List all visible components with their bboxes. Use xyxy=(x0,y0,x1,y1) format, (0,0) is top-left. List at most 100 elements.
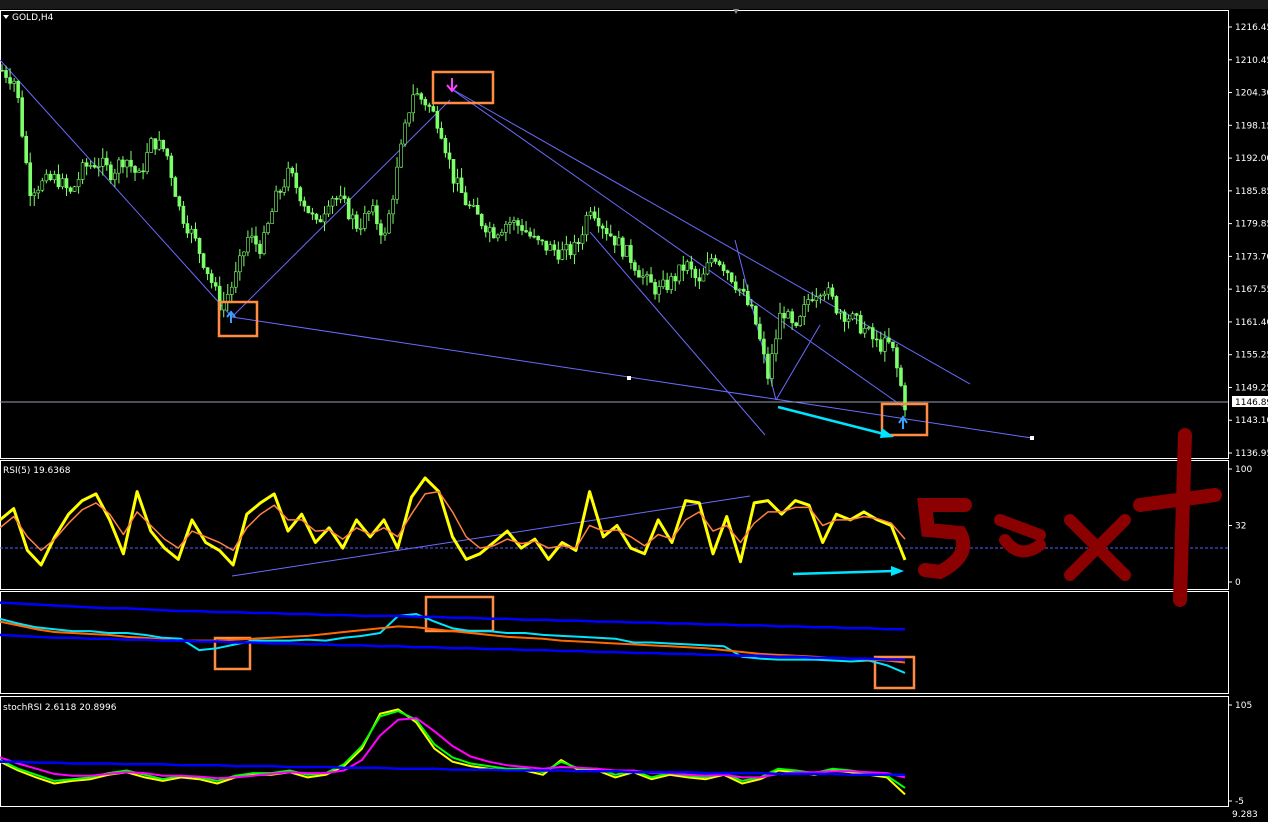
candle-body xyxy=(621,237,625,257)
candle-body xyxy=(133,166,137,173)
candle-body xyxy=(8,77,12,84)
arrowhead-icon xyxy=(880,428,894,438)
candle-body xyxy=(899,367,903,386)
annotation-handwriting: 5ext xyxy=(917,428,1222,607)
candle-body xyxy=(685,261,690,271)
support-line[interactable] xyxy=(231,316,1033,439)
candle-body xyxy=(508,222,512,225)
candle-body xyxy=(20,97,24,137)
candle-body xyxy=(56,174,61,188)
bottom-axis-label: 9.283 xyxy=(1232,810,1258,818)
tick-label: 1204.30 xyxy=(1235,89,1268,99)
candle-body xyxy=(350,214,355,220)
signal-arrows xyxy=(226,78,908,429)
candle-body xyxy=(346,198,351,220)
candle-body xyxy=(649,274,653,283)
resistance-line[interactable] xyxy=(449,87,971,385)
candle-body xyxy=(536,236,540,241)
candle-body xyxy=(516,220,520,226)
candle-body xyxy=(88,165,93,167)
highlight-boxes xyxy=(213,70,929,690)
tick-label: 1179.85 xyxy=(1235,220,1268,230)
candle-body xyxy=(262,232,266,254)
candle-body xyxy=(745,291,750,306)
trendline-handle[interactable] xyxy=(1030,436,1034,440)
candle-body xyxy=(423,99,428,106)
candle-body xyxy=(387,213,391,234)
candle-body xyxy=(181,205,186,224)
candle-body xyxy=(157,139,162,150)
channel-line-inner-2[interactable] xyxy=(775,324,821,401)
candle-body xyxy=(117,159,121,174)
series-line xyxy=(0,476,907,567)
candle-body xyxy=(238,255,242,273)
tick-label: -5 xyxy=(1235,797,1244,807)
candle-body xyxy=(584,215,589,236)
channel-line-lower[interactable] xyxy=(589,231,766,436)
rsi-lines xyxy=(0,476,907,567)
series-line xyxy=(0,601,905,631)
candle-body xyxy=(645,274,649,277)
candle-body xyxy=(234,271,238,288)
series-line xyxy=(0,633,905,661)
candle-body xyxy=(189,228,194,234)
candle-body xyxy=(354,214,359,229)
candle-body xyxy=(92,165,97,168)
candle-body xyxy=(754,305,758,325)
candle-body xyxy=(24,135,28,164)
candle-body xyxy=(242,251,246,257)
candle-body xyxy=(750,304,754,307)
candle-body xyxy=(616,237,621,246)
candle-body xyxy=(717,261,722,266)
candle-body xyxy=(149,138,153,153)
current-price-text: 1146.89 xyxy=(1235,398,1268,408)
candle-body xyxy=(492,227,496,239)
candle-body xyxy=(580,234,585,244)
scroll-marker-icon xyxy=(733,9,739,14)
candle-body xyxy=(278,190,282,193)
price-y-axis: 1216.45 1210.45 1204.30 1198.15 1192.00 1185.… xyxy=(1228,23,1268,459)
candle-body xyxy=(657,286,661,295)
candle-body xyxy=(342,195,347,199)
candle-body xyxy=(314,213,319,220)
candle-body xyxy=(141,170,145,173)
candle-body xyxy=(818,295,823,298)
candle-body xyxy=(552,244,557,251)
candle-body xyxy=(673,276,678,282)
candle-body xyxy=(4,70,8,78)
trendline-handle[interactable] xyxy=(627,376,631,380)
candle-body xyxy=(725,270,730,274)
candle-body xyxy=(604,228,609,235)
tick-label: 1198.15 xyxy=(1235,121,1268,131)
tick-label: 1155.25 xyxy=(1235,351,1268,361)
candle-body xyxy=(363,213,367,229)
candle-body xyxy=(798,316,802,326)
stoch-y-axis: 105 -5 xyxy=(1228,701,1252,807)
candle-body xyxy=(64,178,69,189)
candle-body xyxy=(588,211,593,216)
candle-body xyxy=(105,157,109,166)
candle-body xyxy=(653,282,657,295)
candle-body xyxy=(455,177,460,184)
candle-body xyxy=(201,253,206,268)
candle-body xyxy=(298,187,303,202)
trendline-2[interactable] xyxy=(231,99,451,318)
candle-body xyxy=(80,162,85,180)
candle-body xyxy=(209,273,214,283)
candle-body xyxy=(810,299,815,301)
candle-body xyxy=(72,186,77,192)
candle-body xyxy=(834,296,839,314)
trendlines[interactable] xyxy=(0,59,1034,440)
candle-body xyxy=(762,338,766,355)
candle-body xyxy=(213,282,218,287)
candle-body xyxy=(467,204,472,207)
candle-body xyxy=(121,159,125,168)
candle-body xyxy=(286,167,291,188)
trendline-1[interactable] xyxy=(0,59,233,318)
candle-body xyxy=(40,180,45,191)
candle-body xyxy=(778,312,782,340)
rsi-trendline[interactable] xyxy=(231,495,751,577)
candle-body xyxy=(854,313,859,316)
candle-body xyxy=(28,162,33,196)
candle-body xyxy=(737,288,742,291)
